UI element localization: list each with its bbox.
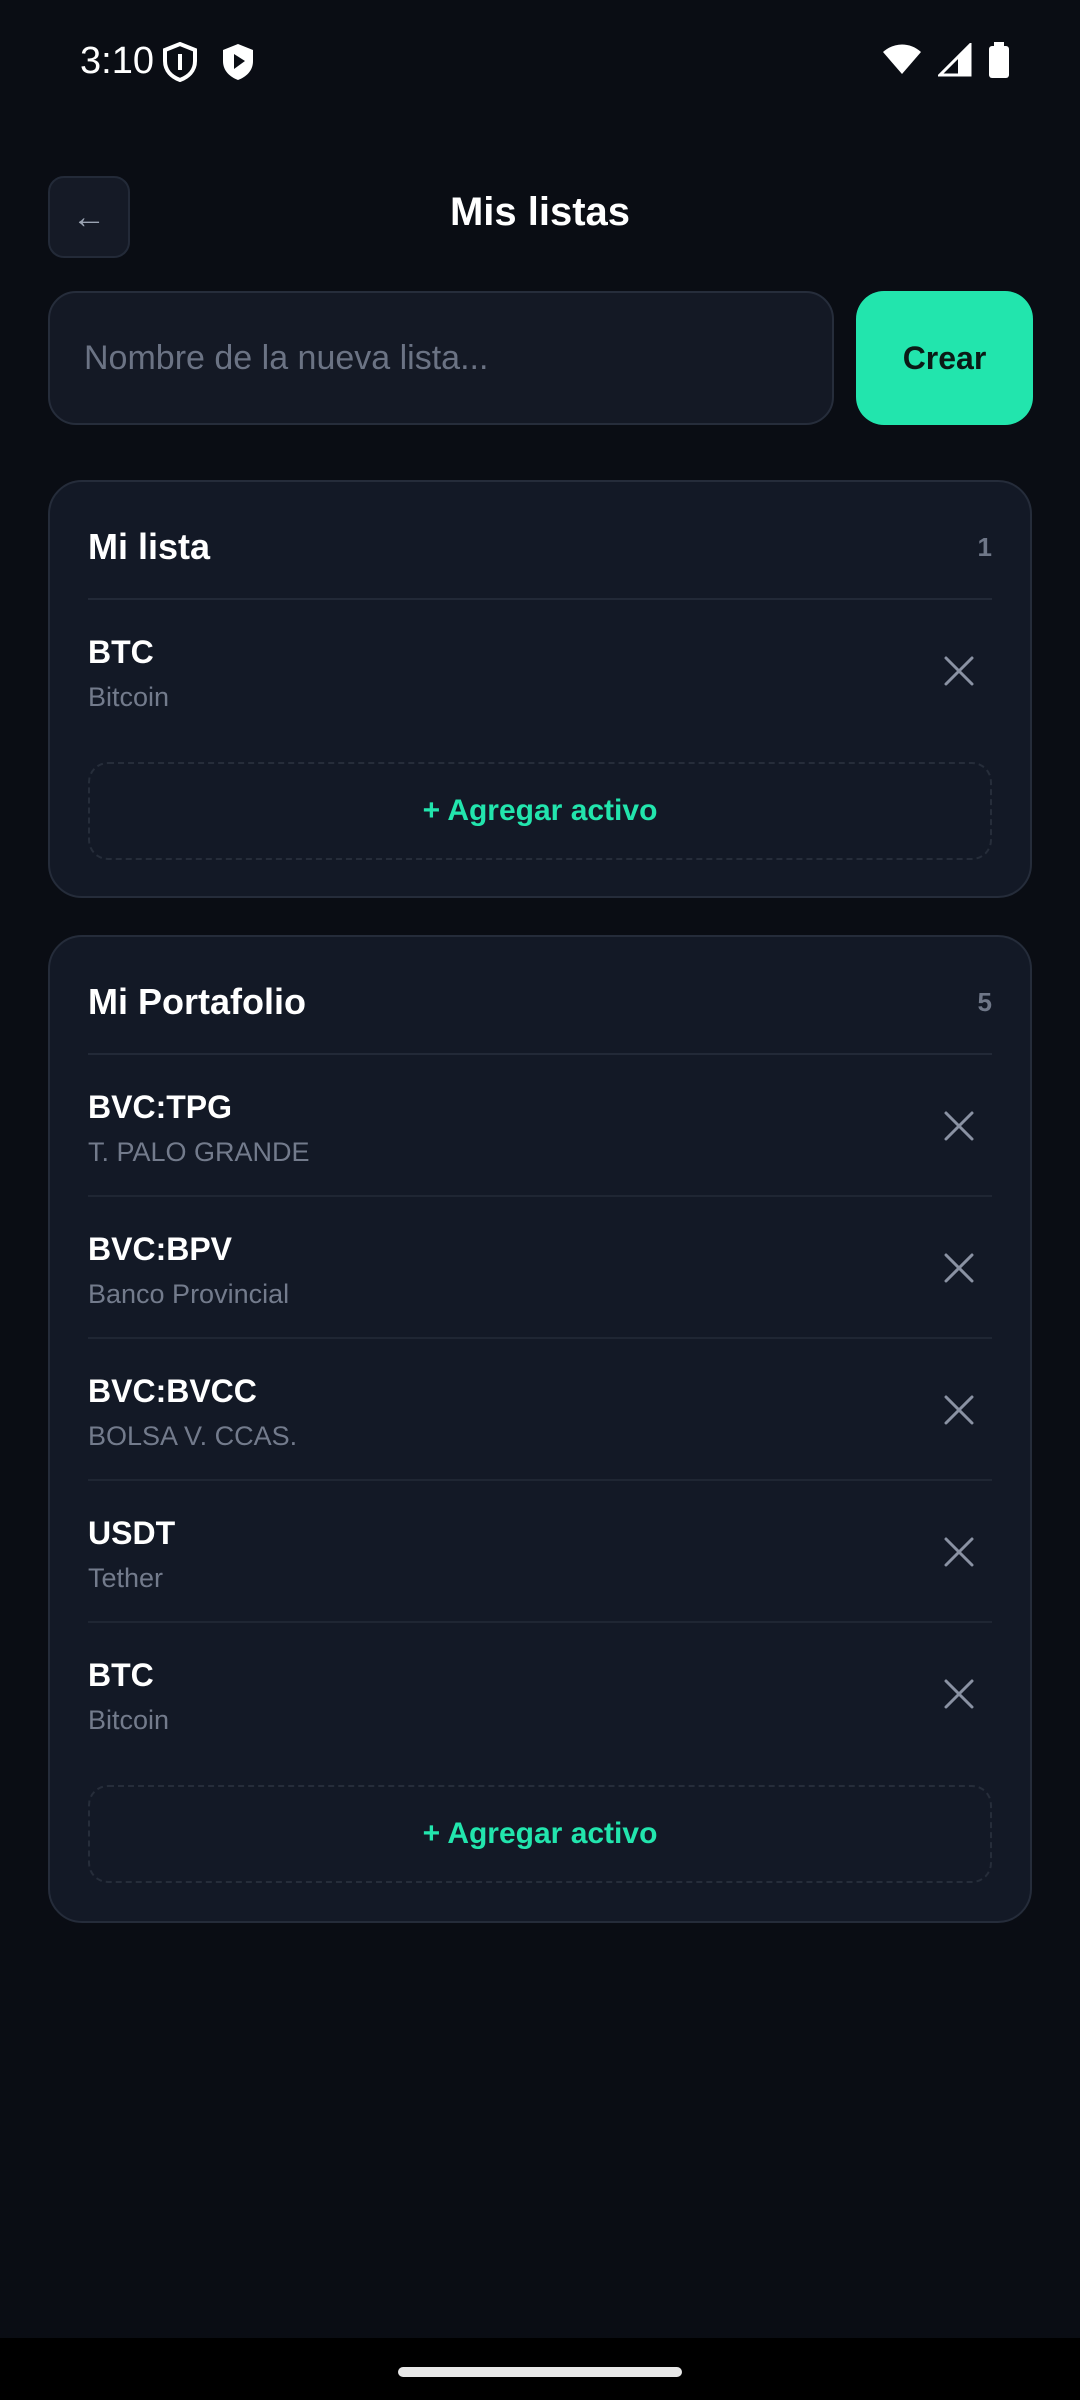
- remove-asset-button[interactable]: [926, 1661, 992, 1727]
- status-bar: 3:10: [0, 0, 1080, 128]
- status-time: 3:10: [80, 40, 154, 82]
- asset-row[interactable]: BTC Bitcoin: [88, 600, 992, 742]
- shield-outline-icon: [162, 42, 198, 82]
- list-card-header: Mi lista 1: [88, 482, 992, 600]
- asset-row[interactable]: USDT Tether: [88, 1481, 992, 1623]
- list-title: Mi Portafolio: [88, 981, 306, 1022]
- asset-name: BOLSA V. CCAS.: [88, 1421, 298, 1451]
- asset-row[interactable]: BTC Bitcoin: [88, 1623, 992, 1765]
- remove-asset-button[interactable]: [926, 1519, 992, 1585]
- list-count-badge: 5: [977, 987, 992, 1017]
- list-card-mi-lista: Mi lista 1 BTC Bitcoin + Agregar activo: [48, 480, 1032, 898]
- asset-row[interactable]: BVC:TPG T. PALO GRANDE: [88, 1055, 992, 1197]
- screen: 3:10 ← Mis listas Nombre de la nueva lis…: [0, 0, 1080, 2400]
- status-left-icons: [162, 42, 256, 82]
- remove-asset-button[interactable]: [926, 1235, 992, 1301]
- list-card-mi-portafolio: Mi Portafolio 5 BVC:TPG T. PALO GRANDE B…: [48, 935, 1032, 1923]
- close-icon: [944, 1111, 974, 1141]
- asset-name: Banco Provincial: [88, 1279, 290, 1309]
- asset-symbol: BVC:BPV: [88, 1231, 233, 1267]
- asset-symbol: BTC: [88, 1657, 154, 1693]
- close-icon: [944, 1679, 974, 1709]
- status-right-icons: [882, 42, 1010, 78]
- remove-asset-button[interactable]: [926, 638, 992, 704]
- shield-play-icon: [220, 42, 256, 82]
- close-icon: [944, 1395, 974, 1425]
- asset-symbol: BVC:BVCC: [88, 1373, 257, 1409]
- list-title: Mi lista: [88, 526, 211, 567]
- close-icon: [944, 656, 974, 686]
- new-list-name-input[interactable]: [48, 291, 834, 425]
- asset-row[interactable]: BVC:BVCC BOLSA V. CCAS.: [88, 1339, 992, 1481]
- asset-name: T. PALO GRANDE: [88, 1137, 310, 1167]
- add-asset-button[interactable]: + Agregar activo: [88, 762, 992, 860]
- remove-asset-button[interactable]: [926, 1093, 992, 1159]
- create-list-button[interactable]: Crear: [856, 291, 1033, 425]
- battery-icon: [988, 42, 1010, 78]
- close-icon: [944, 1253, 974, 1283]
- asset-name: Bitcoin: [88, 682, 170, 712]
- wifi-icon: [882, 44, 922, 76]
- home-indicator[interactable]: [398, 2367, 682, 2377]
- close-icon: [944, 1537, 974, 1567]
- asset-symbol: USDT: [88, 1515, 176, 1551]
- signal-icon: [938, 43, 972, 77]
- add-asset-button[interactable]: + Agregar activo: [88, 1785, 992, 1883]
- remove-asset-button[interactable]: [926, 1377, 992, 1443]
- list-count-badge: 1: [977, 532, 992, 562]
- asset-name: Bitcoin: [88, 1705, 170, 1735]
- asset-symbol: BVC:TPG: [88, 1089, 232, 1125]
- list-card-header: Mi Portafolio 5: [88, 937, 992, 1055]
- asset-name: Tether: [88, 1563, 164, 1593]
- page-title: Mis listas: [449, 190, 631, 234]
- asset-symbol: BTC: [88, 634, 154, 670]
- asset-row[interactable]: BVC:BPV Banco Provincial: [88, 1197, 992, 1339]
